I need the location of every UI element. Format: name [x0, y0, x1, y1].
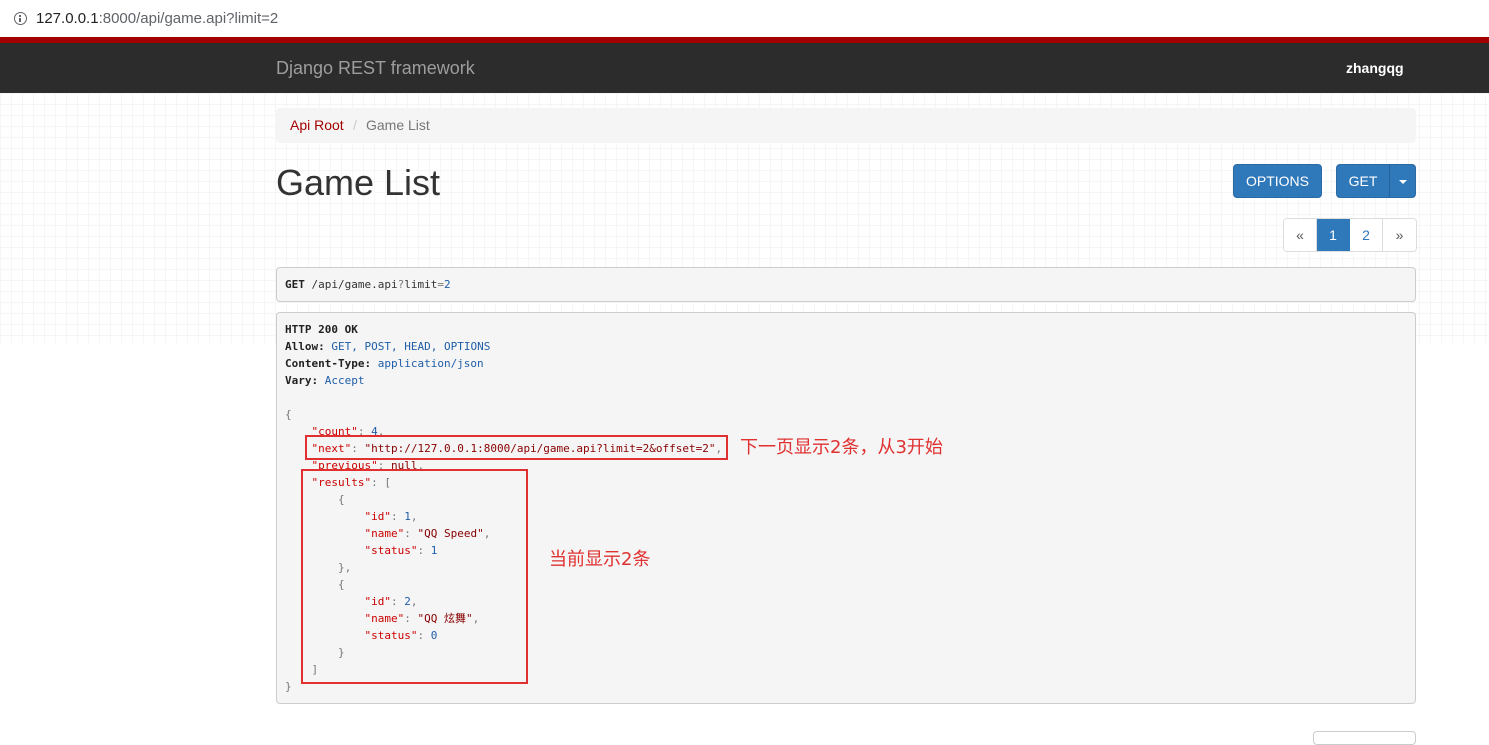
breadcrumb-separator: /: [353, 117, 357, 133]
content-type-label: Content-Type:: [285, 357, 372, 370]
request-query-key: limit: [404, 278, 438, 291]
get-format-dropdown[interactable]: [1389, 164, 1416, 198]
options-button[interactable]: OPTIONS: [1233, 164, 1322, 198]
navbar-brand[interactable]: Django REST framework: [276, 58, 475, 79]
response-content-type-line: Content-Type: application/json: [285, 355, 484, 372]
allow-label: Allow:: [285, 340, 325, 353]
page-title: Game List: [276, 162, 441, 203]
user-menu[interactable]: zhangqg: [1346, 60, 1404, 76]
content-type-value: application/json: [371, 357, 484, 370]
pagination: « 1 2 »: [1283, 218, 1417, 252]
pagination-page-1[interactable]: 1: [1317, 219, 1350, 251]
request-path: /api/game.api: [304, 278, 398, 291]
response-status-line: HTTP 200 OK: [285, 321, 358, 338]
request-query-value: 2: [443, 278, 451, 291]
pagination-prev[interactable]: «: [1284, 219, 1317, 251]
vary-label: Vary:: [285, 374, 319, 387]
json-open-brace: {: [285, 408, 292, 421]
breadcrumb-api-root[interactable]: Api Root: [290, 108, 344, 143]
json-close-brace: }: [285, 680, 292, 693]
navbar: Django REST framework zhangqg: [0, 43, 1489, 93]
pagination-page-2[interactable]: 2: [1350, 219, 1383, 251]
url-host: 127.0.0.1: [36, 10, 99, 27]
annotation-results-box: [301, 469, 528, 684]
status-text: HTTP 200 OK: [285, 323, 358, 336]
vary-value: Accept: [318, 374, 365, 387]
request-info: GET /api/game.api?limit=2: [276, 267, 1416, 302]
url-path: :8000/api/game.api?limit=2: [98, 10, 279, 27]
annotation-next-box: [305, 435, 728, 460]
response-allow-line: Allow: GET, POST, HEAD, OPTIONS: [285, 338, 490, 355]
breadcrumb-current: Game List: [366, 117, 430, 133]
get-button[interactable]: GET: [1336, 164, 1390, 198]
site-info-icon[interactable]: [14, 12, 27, 25]
response-vary-line: Vary: Accept: [285, 372, 364, 389]
allow-value: GET, POST, HEAD, OPTIONS: [324, 340, 491, 353]
caret-down-icon: [1398, 180, 1407, 185]
request-method: GET: [285, 278, 305, 291]
pagination-next[interactable]: »: [1383, 219, 1416, 251]
annotation-results-note: 当前显示2条: [549, 549, 651, 570]
breadcrumb: Api Root / Game List: [276, 108, 1416, 143]
annotation-next-note: 下一页显示2条，从3开始: [740, 437, 943, 458]
request-query-eq: =: [437, 278, 444, 291]
address-bar[interactable]: 127.0.0.1:8000/api/game.api?limit=2: [0, 0, 1489, 37]
bottom-partial-button[interactable]: [1313, 731, 1416, 745]
